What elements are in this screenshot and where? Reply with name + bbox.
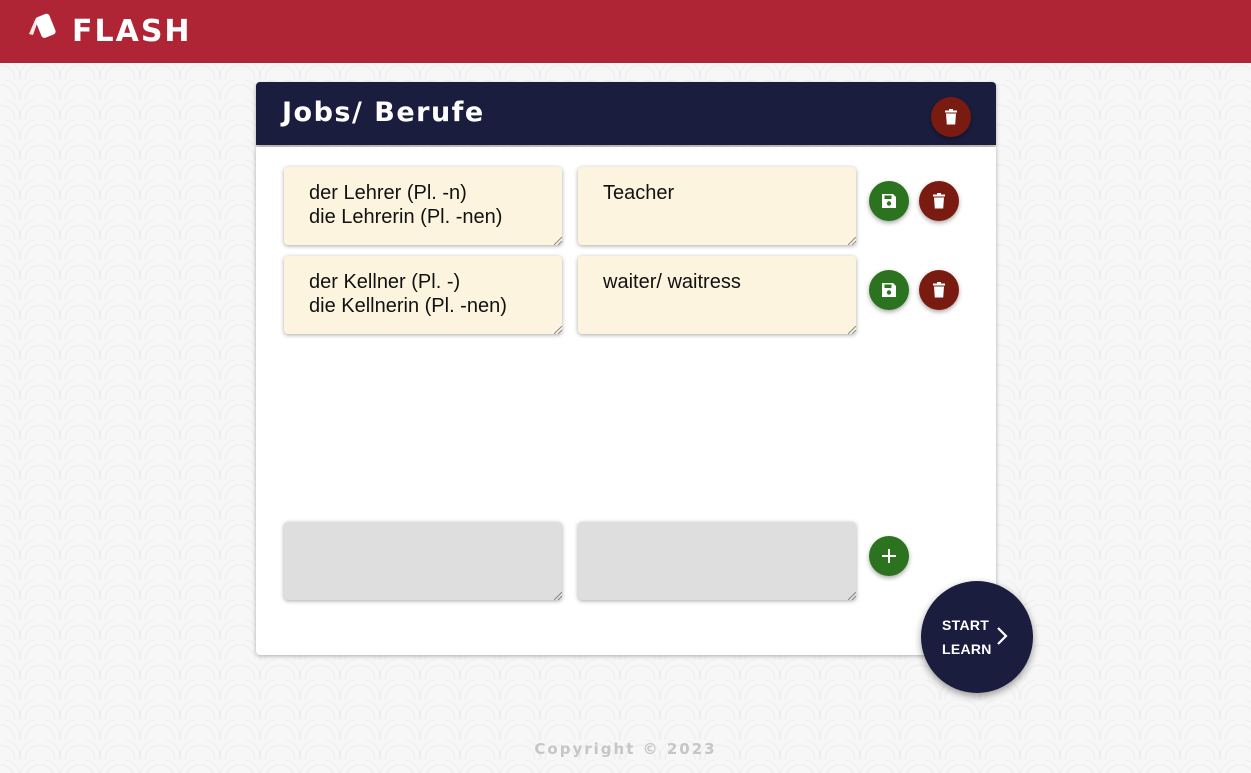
- add-card-button[interactable]: [869, 536, 909, 576]
- deck-title: Jobs/ Berufe: [282, 97, 485, 128]
- trash-icon: [933, 282, 945, 298]
- card-front-field[interactable]: der Lehrer (Pl. -n) die Lehrerin (Pl. -n…: [284, 167, 562, 245]
- card-back-field[interactable]: waiter/ waitress: [578, 256, 856, 334]
- card-front-field[interactable]: der Kellner (Pl. -) die Kellnerin (Pl. -…: [284, 256, 562, 334]
- resize-handle-icon[interactable]: [554, 237, 562, 245]
- trash-icon: [933, 193, 945, 209]
- delete-card-button[interactable]: [919, 181, 959, 221]
- new-card-back-input[interactable]: [578, 522, 856, 600]
- start-learn-label: START LEARN: [942, 617, 992, 657]
- app-title[interactable]: FLASH: [72, 14, 192, 50]
- delete-card-button[interactable]: [919, 270, 959, 310]
- resize-handle-icon[interactable]: [848, 592, 856, 600]
- top-bar: FLASH: [0, 0, 1251, 63]
- deck-panel: Jobs/ Berufe der Lehrer (Pl. -n) die Leh…: [256, 82, 996, 655]
- card-back-field[interactable]: Teacher: [578, 167, 856, 245]
- resize-handle-icon[interactable]: [848, 326, 856, 334]
- resize-handle-icon[interactable]: [554, 326, 562, 334]
- deck-header: Jobs/ Berufe: [256, 82, 996, 145]
- delete-deck-button[interactable]: [931, 97, 971, 137]
- save-icon: [882, 194, 896, 208]
- start-learn-button[interactable]: START LEARN: [921, 581, 1033, 693]
- save-card-button[interactable]: [869, 181, 909, 221]
- trash-icon: [945, 109, 957, 125]
- resize-handle-icon[interactable]: [554, 592, 562, 600]
- save-icon: [882, 283, 896, 297]
- chevron-right-icon: [997, 627, 1008, 645]
- save-card-button[interactable]: [869, 270, 909, 310]
- copyright-footer: Copyright © 2023: [534, 740, 717, 758]
- resize-handle-icon[interactable]: [848, 237, 856, 245]
- deck-body: der Lehrer (Pl. -n) die Lehrerin (Pl. -n…: [256, 147, 996, 655]
- plus-icon: [882, 549, 896, 563]
- cards-icon: [29, 13, 56, 38]
- new-card-front-input[interactable]: [284, 522, 562, 600]
